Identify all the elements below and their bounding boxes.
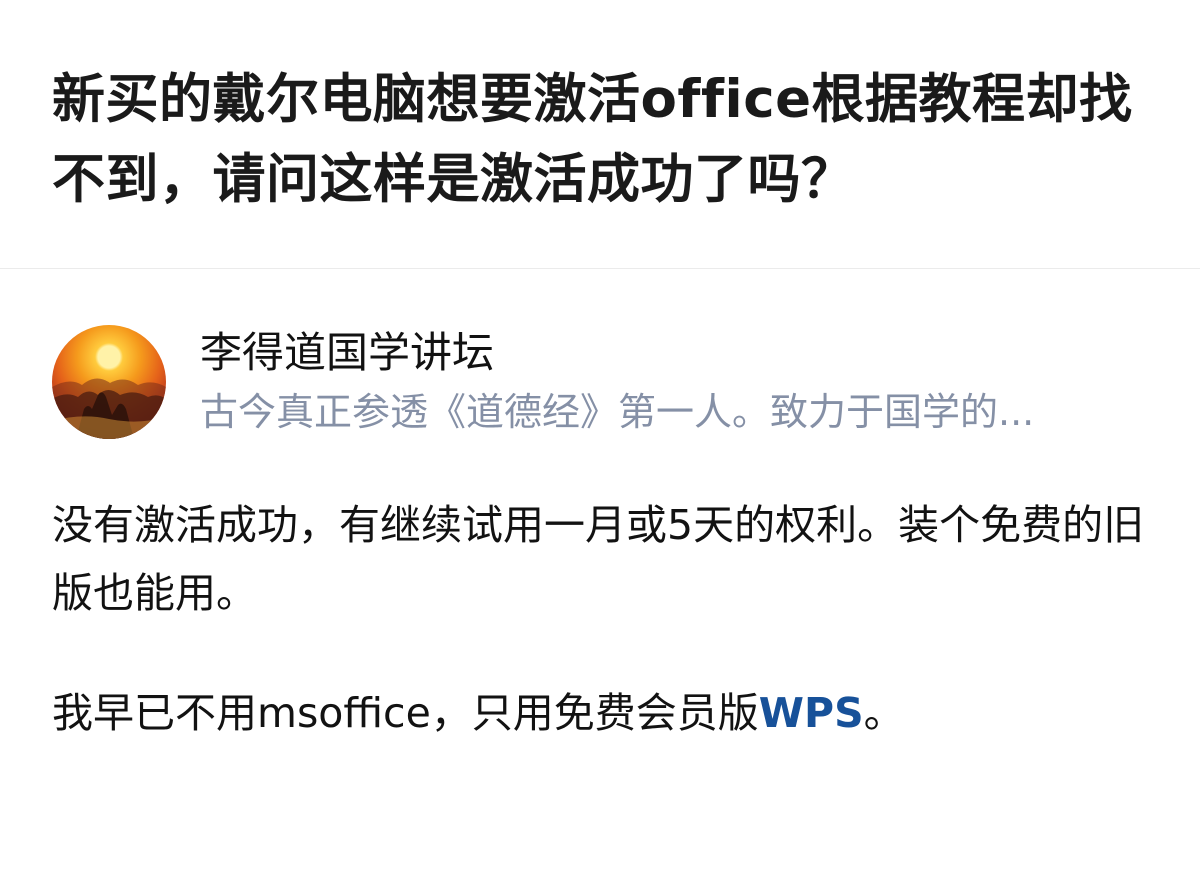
author-text: 李得道国学讲坛 古今真正参透《道德经》第一人。致力于国学的...	[200, 326, 1034, 438]
wps-link[interactable]: WPS	[759, 689, 864, 737]
divider	[0, 268, 1200, 269]
question-header: 新买的戴尔电脑想要激活office根据教程却找不到，请问这样是激活成功了吗？	[0, 0, 1200, 210]
paragraph-text: 。	[863, 689, 905, 737]
sunset-mountain-icon	[52, 378, 166, 439]
question-title[interactable]: 新买的戴尔电脑想要激活office根据教程却找不到，请问这样是激活成功了吗？	[52, 60, 1148, 220]
author-bio: 古今真正参透《道德经》第一人。致力于国学的...	[200, 390, 1035, 434]
answer-paragraph: 我早已不用msoffice，只用免费会员版WPS。	[52, 679, 1148, 747]
answer-card: 李得道国学讲坛 古今真正参透《道德经》第一人。致力于国学的... 没有激活成功，…	[0, 325, 1200, 747]
avatar[interactable]	[52, 325, 166, 439]
answer-paragraph: 没有激活成功，有继续试用一月或5天的权利。装个免费的旧版也能用。	[52, 501, 1145, 617]
paragraph-text: 我早已不用msoffice，只用免费会员版	[52, 689, 759, 737]
answer-content: 没有激活成功，有继续试用一月或5天的权利。装个免费的旧版也能用。 我早已不用ms…	[52, 491, 1148, 747]
author-name[interactable]: 李得道国学讲坛	[200, 326, 1034, 380]
author-info: 李得道国学讲坛 古今真正参透《道德经》第一人。致力于国学的...	[52, 325, 1148, 439]
